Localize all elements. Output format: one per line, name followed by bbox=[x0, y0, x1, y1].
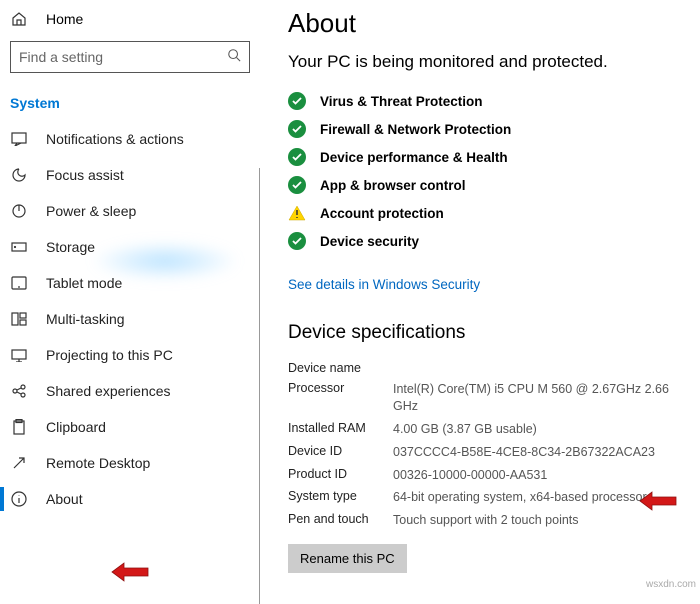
sidebar-item-focus-assist[interactable]: Focus assist bbox=[0, 157, 260, 193]
status-label: Virus & Threat Protection bbox=[320, 94, 483, 109]
status-label: Firewall & Network Protection bbox=[320, 122, 511, 137]
sidebar-home[interactable]: Home bbox=[0, 5, 260, 33]
search-input[interactable] bbox=[19, 49, 227, 65]
check-icon bbox=[288, 120, 306, 138]
status-list: Virus & Threat Protection Firewall & Net… bbox=[288, 87, 685, 255]
status-label: Device performance & Health bbox=[320, 150, 508, 165]
see-details-link[interactable]: See details in Windows Security bbox=[288, 277, 480, 292]
status-label: App & browser control bbox=[320, 178, 466, 193]
status-performance[interactable]: Device performance & Health bbox=[288, 143, 685, 171]
spec-row: Product ID00326-10000-00000-AA531 bbox=[288, 464, 685, 487]
sidebar-item-label: Power & sleep bbox=[46, 203, 136, 219]
projecting-icon bbox=[10, 348, 28, 362]
annotation-arrow-right bbox=[638, 489, 678, 513]
notifications-icon bbox=[10, 132, 28, 146]
spec-row: Device name bbox=[288, 358, 685, 378]
storage-icon bbox=[10, 240, 28, 254]
status-app-browser[interactable]: App & browser control bbox=[288, 171, 685, 199]
sidebar-item-label: About bbox=[46, 491, 83, 507]
sidebar-item-shared-experiences[interactable]: Shared experiences bbox=[0, 373, 260, 409]
sidebar-item-label: Focus assist bbox=[46, 167, 124, 183]
multitask-icon bbox=[10, 312, 28, 326]
sidebar-item-power-sleep[interactable]: Power & sleep bbox=[0, 193, 260, 229]
sidebar-item-notifications[interactable]: Notifications & actions bbox=[0, 121, 260, 157]
annotation-arrow-left bbox=[110, 560, 150, 584]
sidebar-item-label: Tablet mode bbox=[46, 275, 122, 291]
status-firewall[interactable]: Firewall & Network Protection bbox=[288, 115, 685, 143]
sidebar-item-label: Storage bbox=[46, 239, 95, 255]
focus-assist-icon bbox=[10, 167, 28, 183]
sidebar-category: System bbox=[0, 81, 260, 121]
status-label: Account protection bbox=[320, 206, 444, 221]
check-icon bbox=[288, 148, 306, 166]
search-box[interactable] bbox=[10, 41, 250, 73]
power-icon bbox=[10, 203, 28, 219]
sidebar-item-about[interactable]: About bbox=[0, 481, 260, 517]
about-icon bbox=[10, 491, 28, 507]
tablet-icon bbox=[10, 276, 28, 290]
clipboard-icon bbox=[10, 419, 28, 435]
watermark: wsxdn.com bbox=[646, 579, 696, 590]
status-virus[interactable]: Virus & Threat Protection bbox=[288, 87, 685, 115]
sidebar-item-remote-desktop[interactable]: Remote Desktop bbox=[0, 445, 260, 481]
sidebar-item-clipboard[interactable]: Clipboard bbox=[0, 409, 260, 445]
status-account[interactable]: Account protection bbox=[288, 199, 685, 227]
spec-row: System type64-bit operating system, x64-… bbox=[288, 486, 685, 509]
device-specs-title: Device specifications bbox=[288, 322, 685, 344]
sidebar-item-label: Projecting to this PC bbox=[46, 347, 173, 363]
sidebar-nav: Notifications & actions Focus assist Pow… bbox=[0, 121, 260, 517]
specs-table: Device name ProcessorIntel(R) Core(TM) i… bbox=[288, 358, 685, 532]
page-subtitle: Your PC is being monitored and protected… bbox=[288, 51, 685, 73]
status-device-security[interactable]: Device security bbox=[288, 227, 685, 255]
spec-row: Pen and touchTouch support with 2 touch … bbox=[288, 509, 685, 532]
rename-pc-button[interactable]: Rename this PC bbox=[288, 544, 407, 573]
sidebar-item-label: Multi-tasking bbox=[46, 311, 125, 327]
status-label: Device security bbox=[320, 234, 419, 249]
warning-icon bbox=[288, 204, 306, 222]
spec-row: Installed RAM4.00 GB (3.87 GB usable) bbox=[288, 418, 685, 441]
sidebar-item-projecting[interactable]: Projecting to this PC bbox=[0, 337, 260, 373]
sidebar-item-multitasking[interactable]: Multi-tasking bbox=[0, 301, 260, 337]
remote-icon bbox=[10, 455, 28, 471]
vertical-divider bbox=[259, 168, 260, 604]
search-icon bbox=[227, 48, 241, 67]
sidebar-item-tablet-mode[interactable]: Tablet mode bbox=[0, 265, 260, 301]
sidebar-item-label: Remote Desktop bbox=[46, 455, 150, 471]
check-icon bbox=[288, 232, 306, 250]
home-icon bbox=[10, 11, 28, 27]
check-icon bbox=[288, 176, 306, 194]
sidebar-item-label: Notifications & actions bbox=[46, 131, 184, 147]
spec-row: Device ID037CCCC4-B58E-4CE8-8C34-2B67322… bbox=[288, 441, 685, 464]
home-label: Home bbox=[46, 11, 83, 27]
check-icon bbox=[288, 92, 306, 110]
shared-icon bbox=[10, 383, 28, 399]
main-content: About Your PC is being monitored and pro… bbox=[260, 0, 700, 604]
sidebar-item-storage[interactable]: Storage bbox=[0, 229, 260, 265]
sidebar-item-label: Clipboard bbox=[46, 419, 106, 435]
spec-row: ProcessorIntel(R) Core(TM) i5 CPU M 560 … bbox=[288, 378, 685, 418]
sidebar: Home System Notifications & actions Focu… bbox=[0, 0, 260, 604]
page-title: About bbox=[288, 8, 685, 39]
sidebar-item-label: Shared experiences bbox=[46, 383, 171, 399]
